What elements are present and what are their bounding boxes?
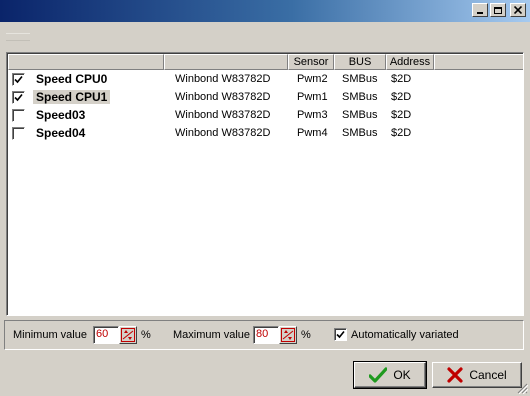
minimum-value-unit: %	[141, 329, 151, 341]
bus-address: $2D	[391, 73, 412, 85]
row-checkbox[interactable]	[12, 109, 25, 122]
minimum-value-input[interactable]: 60	[93, 326, 119, 344]
list-item[interactable]: Speed CPU0 Winbond W83782D Pwm2 SMBus $2…	[7, 70, 523, 88]
cancel-label: Cancel	[469, 368, 507, 382]
bus-address: $2D	[391, 91, 412, 103]
options-bar: Minimum value 60 % Maximum value 80 % Au…	[4, 320, 524, 350]
list-item[interactable]: Speed03 Winbond W83782D Pwm3 SMBus $2D	[7, 106, 523, 124]
chip-name: Winbond W83782D	[175, 127, 271, 139]
row-checkbox[interactable]	[12, 73, 25, 86]
auto-variated-label: Automatically variated	[351, 329, 459, 341]
toolbar	[0, 22, 530, 52]
column-header-name[interactable]	[8, 54, 164, 70]
maximum-value-unit: %	[301, 329, 311, 341]
bus-address: $2D	[391, 109, 412, 121]
bus-name: SMBus	[342, 73, 378, 85]
bus-name: SMBus	[342, 127, 378, 139]
row-checkbox[interactable]	[12, 127, 25, 140]
sensor-name: Pwm1	[297, 91, 328, 103]
sensor-name: Pwm2	[297, 73, 328, 85]
bus-name: SMBus	[342, 109, 378, 121]
maximum-value-label: Maximum value	[173, 329, 251, 341]
list-header: Sensor BUS Address	[8, 54, 523, 70]
fan-list[interactable]: Sensor BUS Address Speed CPU0 Winbond W8…	[6, 52, 524, 316]
row-checkbox[interactable]	[12, 91, 25, 104]
cancel-button[interactable]: Cancel	[432, 362, 522, 388]
minimize-icon	[477, 12, 483, 14]
auto-variated-checkbox[interactable]	[334, 328, 347, 341]
bus-name: SMBus	[342, 91, 378, 103]
list-item[interactable]: Speed04 Winbond W83782D Pwm4 SMBus $2D	[7, 124, 523, 142]
checkmark-icon	[14, 93, 23, 102]
maximize-button[interactable]	[490, 3, 506, 17]
bus-address: $2D	[391, 127, 412, 139]
resize-grip-icon[interactable]	[516, 382, 528, 394]
sensor-name: Pwm3	[297, 109, 328, 121]
column-header-chip[interactable]	[164, 54, 288, 70]
maximum-value-spin-button[interactable]	[279, 326, 297, 344]
close-button[interactable]	[510, 3, 526, 17]
minimize-button[interactable]	[472, 3, 488, 17]
spin-arrows-icon	[121, 328, 135, 342]
close-icon	[514, 6, 522, 14]
chip-name: Winbond W83782D	[175, 91, 271, 103]
fan-name: Speed CPU0	[36, 72, 108, 86]
fan-name: Speed03	[36, 108, 86, 122]
title-bar	[0, 0, 530, 22]
column-header-bus[interactable]: BUS	[334, 54, 386, 70]
maximum-value-input[interactable]: 80	[253, 326, 279, 344]
toolbar-grip	[6, 33, 30, 41]
minimum-value-label: Minimum value	[13, 329, 87, 341]
column-header-sensor[interactable]: Sensor	[288, 54, 334, 70]
column-header-filler	[434, 54, 523, 70]
ok-label: OK	[393, 368, 411, 382]
fan-name: Speed04	[36, 126, 86, 140]
checkmark-icon	[14, 75, 23, 84]
minimum-value-spin-button[interactable]	[119, 326, 137, 344]
green-check-icon	[369, 367, 388, 383]
chip-name: Winbond W83782D	[175, 109, 271, 121]
ok-button[interactable]: OK	[353, 361, 427, 389]
list-item[interactable]: Speed CPU1 Winbond W83782D Pwm1 SMBus $2…	[7, 88, 523, 106]
window-controls	[472, 3, 526, 17]
maximize-icon	[494, 6, 502, 14]
column-header-address[interactable]: Address	[386, 54, 434, 70]
red-x-icon	[447, 367, 463, 383]
sensor-name: Pwm4	[297, 127, 328, 139]
spin-arrows-icon	[281, 328, 295, 342]
chip-name: Winbond W83782D	[175, 73, 271, 85]
checkmark-icon	[336, 330, 345, 339]
fan-name: Speed CPU1	[33, 90, 111, 104]
